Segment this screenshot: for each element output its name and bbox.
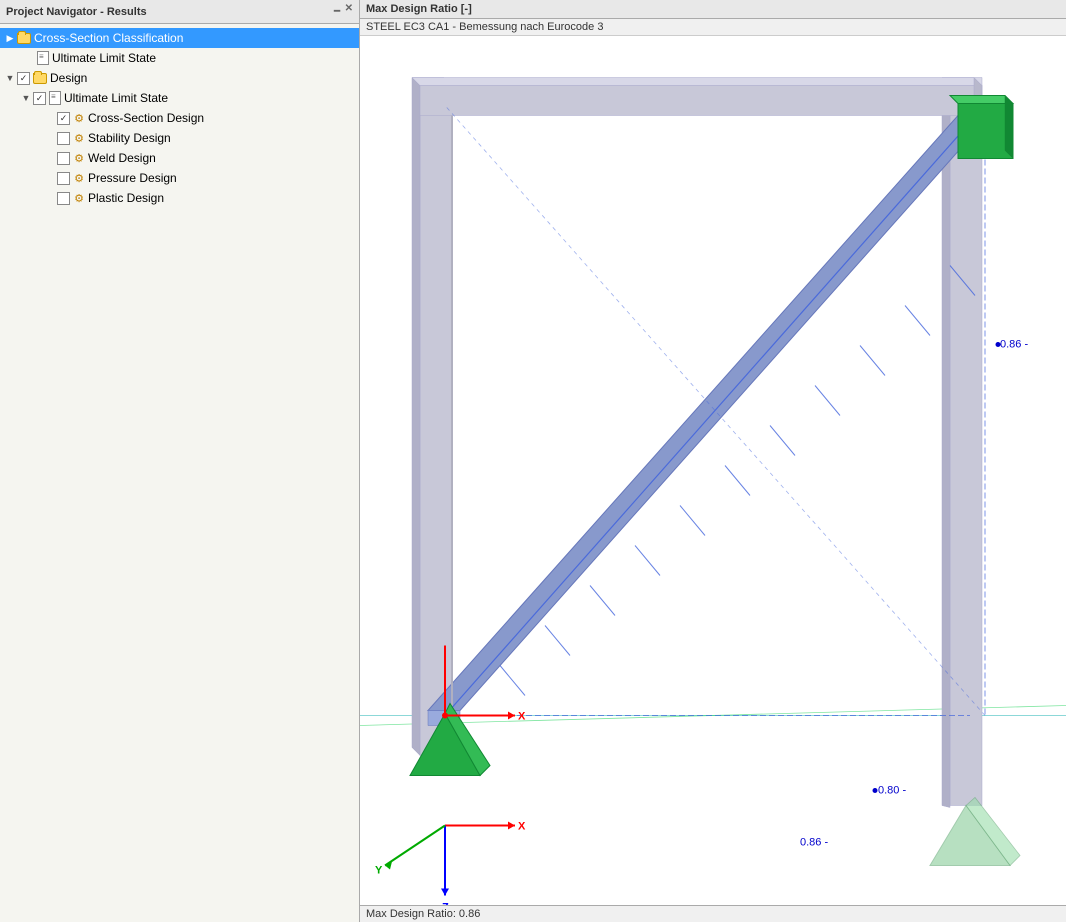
uls-checkbox[interactable]	[33, 92, 46, 105]
svg-text:0.80 -: 0.80 -	[878, 785, 906, 797]
tool-icon: ⚙	[73, 151, 85, 165]
svg-text:0.86 -: 0.86 -	[1000, 339, 1028, 351]
wd-checkbox[interactable]	[57, 152, 70, 165]
close-icon[interactable]: ✕	[345, 3, 353, 20]
tree-item-label: Design	[50, 71, 87, 85]
view-header-title: Max Design Ratio [-]	[366, 3, 472, 15]
csd-checkbox[interactable]	[57, 112, 70, 125]
status-text: Max Design Ratio: 0.86	[366, 908, 480, 920]
view-subtitle: STEEL EC3 CA1 - Bemessung nach Eurocode …	[360, 19, 1066, 36]
folder-icon	[17, 33, 31, 44]
tree-item-stability-design[interactable]: ⚙ Stability Design	[0, 128, 359, 148]
view-header: Max Design Ratio [-]	[360, 0, 1066, 19]
tool-icon: ⚙	[73, 191, 85, 205]
expander-icon[interactable]: ▶	[4, 32, 16, 44]
svg-text:X: X	[518, 821, 526, 833]
pld-checkbox[interactable]	[57, 192, 70, 205]
expander-icon	[24, 52, 36, 64]
view-subtitle-text: STEEL EC3 CA1 - Bemessung nach Eurocode …	[366, 21, 603, 33]
design-checkbox[interactable]	[17, 72, 30, 85]
tree-container: ▶ Cross-Section Classification Ultimate …	[0, 24, 359, 922]
tool-icon: ⚙	[73, 171, 85, 185]
project-navigator-panel: Project Navigator - Results 🗕 ✕ ▶ Cross-…	[0, 0, 360, 922]
panel-header: Project Navigator - Results 🗕 ✕	[0, 0, 359, 24]
pd-checkbox[interactable]	[57, 172, 70, 185]
tree-item-label: Weld Design	[88, 151, 156, 165]
expander-icon	[44, 192, 56, 204]
tool-icon: ⚙	[73, 131, 85, 145]
tree-item-uls-2[interactable]: ▼ Ultimate Limit State	[0, 88, 359, 108]
expander-icon[interactable]: ▼	[4, 72, 16, 84]
panel-header-icons: 🗕 ✕	[334, 3, 353, 20]
folder-icon	[33, 73, 47, 84]
tree-item-cross-section-design[interactable]: ⚙ Cross-Section Design	[0, 108, 359, 128]
page-icon	[49, 91, 61, 105]
3d-view-panel: Max Design Ratio [-] STEEL EC3 CA1 - Bem…	[360, 0, 1066, 922]
tree-item-label: Stability Design	[88, 131, 171, 145]
svg-text:0.86 -: 0.86 -	[800, 837, 828, 849]
svg-text:Z: Z	[442, 902, 449, 906]
tree-item-label: Ultimate Limit State	[64, 91, 168, 105]
3d-structure-svg: X X Z Y 0.86 - 0.80 - 0.86 -	[360, 36, 1066, 905]
svg-text:X: X	[518, 711, 526, 723]
status-bar: Max Design Ratio: 0.86	[360, 905, 1066, 922]
svg-text:Y: Y	[375, 865, 383, 877]
tree-item-uls-1[interactable]: Ultimate Limit State	[0, 48, 359, 68]
pin-icon[interactable]: 🗕	[334, 3, 341, 20]
sd-checkbox[interactable]	[57, 132, 70, 145]
tree-item-plastic-design[interactable]: ⚙ Plastic Design	[0, 188, 359, 208]
tree-item-design[interactable]: ▼ Design	[0, 68, 359, 88]
expander-icon	[44, 152, 56, 164]
tool-icon: ⚙	[73, 111, 85, 125]
expander-icon	[44, 172, 56, 184]
page-icon	[37, 51, 49, 65]
tree-item-label: Cross-Section Classification	[34, 31, 183, 45]
panel-title: Project Navigator - Results	[6, 6, 147, 18]
tree-item-weld-design[interactable]: ⚙ Weld Design	[0, 148, 359, 168]
tree-item-label: Cross-Section Design	[88, 111, 204, 125]
3d-canvas[interactable]: X X Z Y 0.86 - 0.80 - 0.86 -	[360, 36, 1066, 905]
expander-icon[interactable]: ▼	[20, 92, 32, 104]
tree-item-label: Pressure Design	[88, 171, 177, 185]
expander-icon	[44, 112, 56, 124]
tree-item-label: Plastic Design	[88, 191, 164, 205]
tree-item-pressure-design[interactable]: ⚙ Pressure Design	[0, 168, 359, 188]
expander-icon	[44, 132, 56, 144]
tree-item-cross-section-classification[interactable]: ▶ Cross-Section Classification	[0, 28, 359, 48]
tree-item-label: Ultimate Limit State	[52, 51, 156, 65]
